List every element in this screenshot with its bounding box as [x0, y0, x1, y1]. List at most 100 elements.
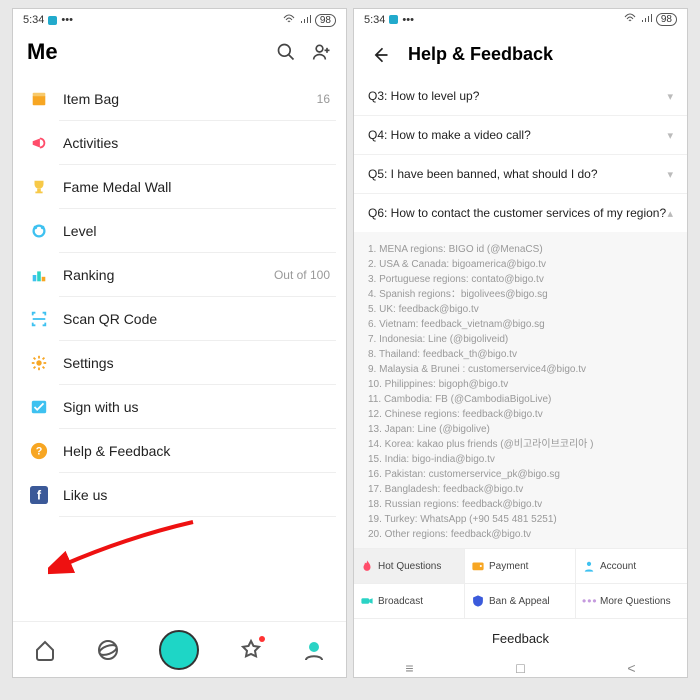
menu-label: Like us [63, 487, 330, 503]
cat-label: Broadcast [378, 596, 423, 607]
more-indicator: ••• [61, 14, 73, 26]
answer-line: 10. Philippines: bigoph@bigo.tv [368, 377, 673, 392]
answer-line: 12. Chinese regions: feedback@bigo.tv [368, 407, 673, 422]
chevron-down-icon: ▾ [667, 129, 673, 142]
menu-activities[interactable]: Activities [13, 121, 346, 165]
me-screen: 5:34 ••• 98 Me [12, 8, 347, 678]
nav-star-icon[interactable] [239, 638, 263, 662]
menu-label: Ranking [63, 267, 274, 283]
more-icon: ••• [582, 594, 596, 608]
faq-answer: 1. MENA regions: BIGO id (@MenaCS)2. USA… [354, 232, 687, 548]
answer-line: 7. Indonesia: Line (@bigoliveid) [368, 332, 673, 347]
menu-help[interactable]: ? Help & Feedback [13, 429, 346, 473]
faq-row-q4[interactable]: Q4: How to make a video call? ▾ [354, 116, 687, 155]
menu-scan[interactable]: Scan QR Code [13, 297, 346, 341]
clock: 5:34 [23, 14, 44, 26]
chevron-down-icon: ▾ [667, 90, 673, 103]
faq-question: Q3: How to level up? [368, 89, 479, 103]
menu-settings[interactable]: Settings [13, 341, 346, 385]
page-title: Me [27, 39, 58, 65]
nav-explore-icon[interactable] [96, 638, 120, 662]
search-icon[interactable] [276, 42, 296, 62]
clock: 5:34 [364, 14, 385, 26]
answer-line: 18. Russian regions: feedback@bigo.tv [368, 497, 673, 512]
cat-payment[interactable]: Payment [465, 549, 576, 584]
menu-sign[interactable]: Sign with us [13, 385, 346, 429]
help-header: Help & Feedback [354, 30, 687, 77]
cat-label: More Questions [600, 596, 671, 607]
menu-label: Sign with us [63, 399, 330, 415]
cat-label: Ban & Appeal [489, 596, 550, 607]
chevron-up-icon: ▴ [667, 207, 673, 220]
answer-line: 13. Japan: Line (@bigolive) [368, 422, 673, 437]
faq-row-q5[interactable]: Q5: I have been banned, what should I do… [354, 155, 687, 194]
nav-home-icon[interactable] [33, 638, 57, 662]
qr-icon [29, 309, 49, 329]
wallet-icon [471, 559, 485, 573]
cat-broadcast[interactable]: Broadcast [354, 584, 465, 619]
medal-icon [29, 221, 49, 241]
answer-line: 9. Malaysia & Brunei : customerservice4@… [368, 362, 673, 377]
cat-ban[interactable]: Ban & Appeal [465, 584, 576, 619]
answer-line: 17. Bangladesh: feedback@bigo.tv [368, 482, 673, 497]
feedback-label: Feedback [492, 631, 549, 646]
nav-home-icon[interactable]: □ [511, 660, 531, 676]
me-header: Me [13, 31, 346, 77]
status-bar: 5:34 ••• 98 [354, 9, 687, 30]
nav-recent-icon[interactable]: ≡ [400, 660, 420, 676]
answer-line: 6. Vietnam: feedback_vietnam@bigo.sg [368, 317, 673, 332]
sign-icon [29, 397, 49, 417]
menu-list: Item Bag 16 Activities Fame Medal Wall L… [13, 77, 346, 621]
facebook-icon: f [29, 485, 49, 505]
nav-back-icon[interactable]: < [622, 660, 642, 676]
answer-line: 4. Spanish regions：bigolivees@bigo.sg [368, 287, 673, 302]
nav-profile-icon[interactable] [302, 638, 326, 662]
feedback-button[interactable]: Feedback [354, 619, 687, 658]
menu-level[interactable]: Level [13, 209, 346, 253]
bottom-nav [13, 621, 346, 677]
menu-label: Item Bag [63, 91, 317, 107]
help-feedback-screen: 5:34 ••• 98 Help & Feedback Q3: How to l… [353, 8, 688, 678]
answer-line: 15. India: bigo-india@bigo.tv [368, 452, 673, 467]
signal-icon [640, 13, 652, 26]
add-friend-icon[interactable] [312, 42, 332, 62]
menu-fame[interactable]: Fame Medal Wall [13, 165, 346, 209]
nav-broadcast-button[interactable] [159, 630, 199, 670]
answer-line: 2. USA & Canada: bigoamerica@bigo.tv [368, 257, 673, 272]
menu-like[interactable]: f Like us [13, 473, 346, 517]
cat-label: Payment [489, 561, 528, 572]
wifi-icon [624, 13, 636, 26]
answer-line: 11. Cambodia: FB (@CambodiaBigoLive) [368, 392, 673, 407]
gear-icon [29, 353, 49, 373]
ranking-icon [29, 265, 49, 285]
answer-line: 8. Thailand: feedback_th@bigo.tv [368, 347, 673, 362]
cat-account[interactable]: Account [576, 549, 687, 584]
page-title: Help & Feedback [408, 44, 553, 65]
menu-label: Help & Feedback [63, 443, 330, 459]
back-icon[interactable] [370, 45, 390, 65]
menu-label: Level [63, 223, 330, 239]
cat-hot-questions[interactable]: Hot Questions [354, 549, 465, 584]
bag-icon [29, 89, 49, 109]
menu-value: Out of 100 [274, 268, 330, 282]
cat-label: Hot Questions [378, 561, 441, 572]
menu-value: 16 [317, 92, 330, 106]
faq-row-q3[interactable]: Q3: How to level up? ▾ [354, 77, 687, 116]
cat-more[interactable]: ••• More Questions [576, 584, 687, 619]
more-indicator: ••• [402, 14, 414, 26]
menu-ranking[interactable]: Ranking Out of 100 [13, 253, 346, 297]
faq-question: Q5: I have been banned, what should I do… [368, 167, 598, 181]
flame-icon [360, 559, 374, 573]
battery-icon: 98 [315, 14, 336, 27]
answer-line: 1. MENA regions: BIGO id (@MenaCS) [368, 242, 673, 257]
menu-label: Activities [63, 135, 330, 151]
answer-line: 5. UK: feedback@bigo.tv [368, 302, 673, 317]
android-nav: ≡ □ < [354, 658, 687, 677]
answer-line: 3. Portuguese regions: contato@bigo.tv [368, 272, 673, 287]
answer-line: 16. Pakistan: customerservice_pk@bigo.sg [368, 467, 673, 482]
answer-line: 14. Korea: kakao plus friends (@비고라이브코리아… [368, 437, 673, 452]
menu-item-bag[interactable]: Item Bag 16 [13, 77, 346, 121]
answer-line: 20. Other regions: feedback@bigo.tv [368, 527, 673, 542]
faq-row-q6[interactable]: Q6: How to contact the customer services… [354, 194, 687, 232]
video-icon [360, 594, 374, 608]
